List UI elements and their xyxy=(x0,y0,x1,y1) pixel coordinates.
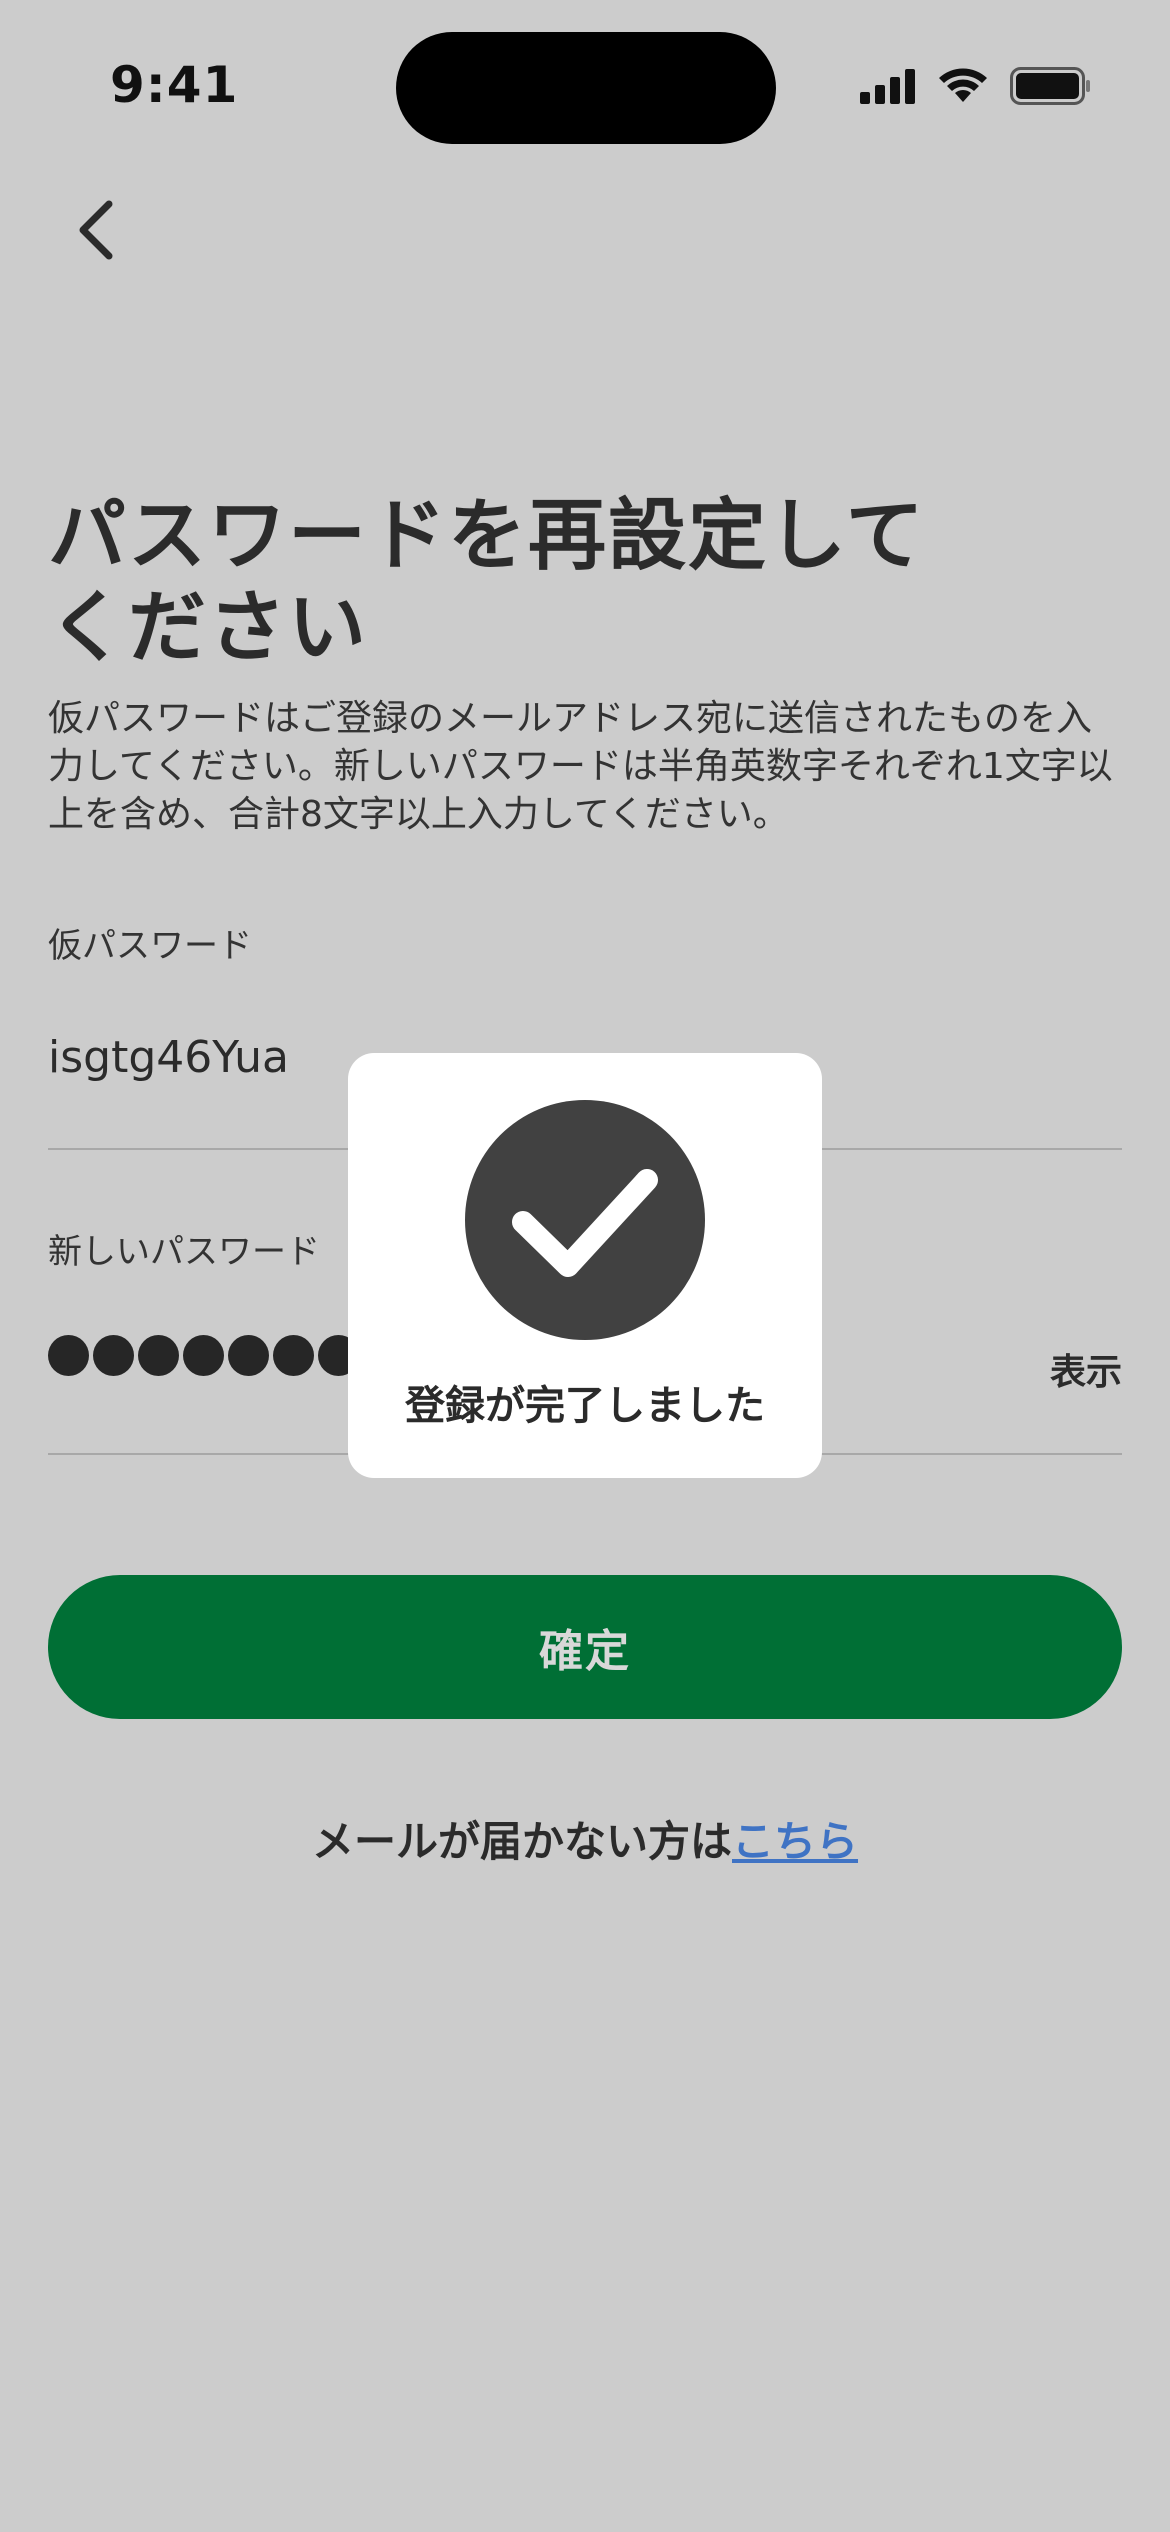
new-password-label: 新しいパスワード xyxy=(48,1232,320,1272)
toast-message: 登録が完了しました xyxy=(405,1383,765,1429)
password-dot xyxy=(228,1335,269,1376)
temp-password-input[interactable]: isgtg46Yua xyxy=(48,1032,289,1083)
status-icons xyxy=(860,62,1092,110)
help-line: メールが届かない方はこちら xyxy=(0,1808,1170,1869)
show-password-toggle[interactable]: 表示 xyxy=(1050,1343,1122,1395)
status-bar: 9:41 xyxy=(0,0,1170,170)
status-time: 9:41 xyxy=(110,56,239,114)
help-link[interactable]: こちら xyxy=(732,1817,858,1866)
battery-icon xyxy=(1010,67,1090,105)
password-dot xyxy=(273,1335,314,1376)
password-dot xyxy=(48,1335,89,1376)
dynamic-island xyxy=(396,32,776,144)
password-dot xyxy=(183,1335,224,1376)
new-password-input[interactable] xyxy=(48,1335,359,1376)
instruction-text: 仮パスワードはご登録のメールアドレス宛に送信されたものを入力してください。新しい… xyxy=(48,698,1113,835)
temp-password-label: 仮パスワード xyxy=(48,926,252,966)
page-title: パスワードを再設定して ください xyxy=(48,491,926,673)
checkmark-icon xyxy=(465,1100,705,1340)
success-toast: 登録が完了しました xyxy=(348,1053,822,1478)
chevron-left-icon xyxy=(79,200,113,260)
confirm-button[interactable]: 確定 xyxy=(48,1575,1122,1719)
cellular-signal-icon xyxy=(860,69,915,104)
password-dot xyxy=(138,1335,179,1376)
help-text: メールが届かない方は xyxy=(311,1817,732,1866)
password-dot xyxy=(93,1335,134,1376)
wifi-icon xyxy=(939,68,987,102)
back-button[interactable] xyxy=(55,185,135,275)
